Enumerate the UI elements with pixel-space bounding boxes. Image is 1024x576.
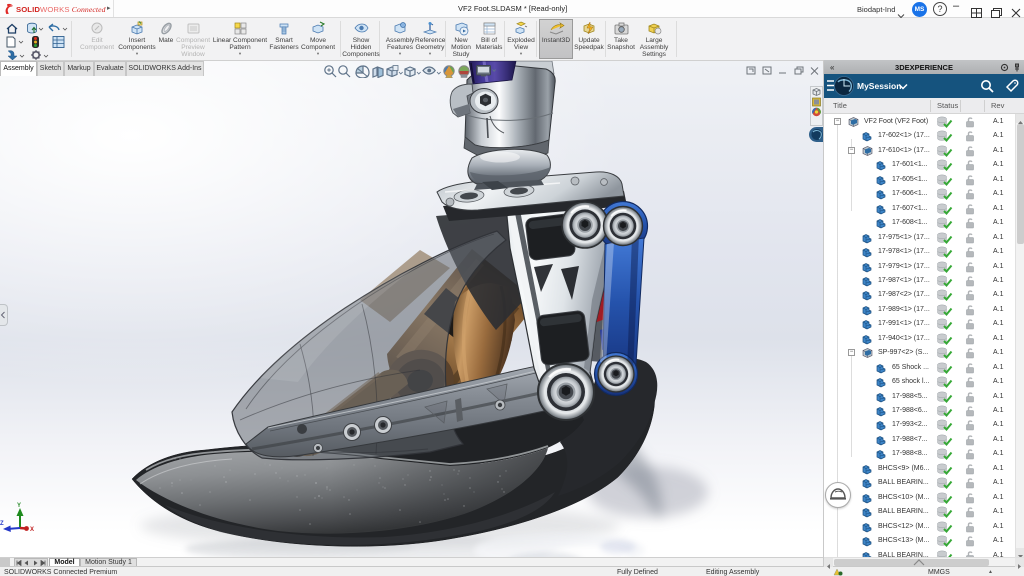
- svg-text:Z: Z: [0, 521, 4, 527]
- svg-text:MySession: MySession: [857, 81, 901, 91]
- svg-text:Y: Y: [17, 503, 21, 509]
- svg-text:X: X: [30, 527, 34, 533]
